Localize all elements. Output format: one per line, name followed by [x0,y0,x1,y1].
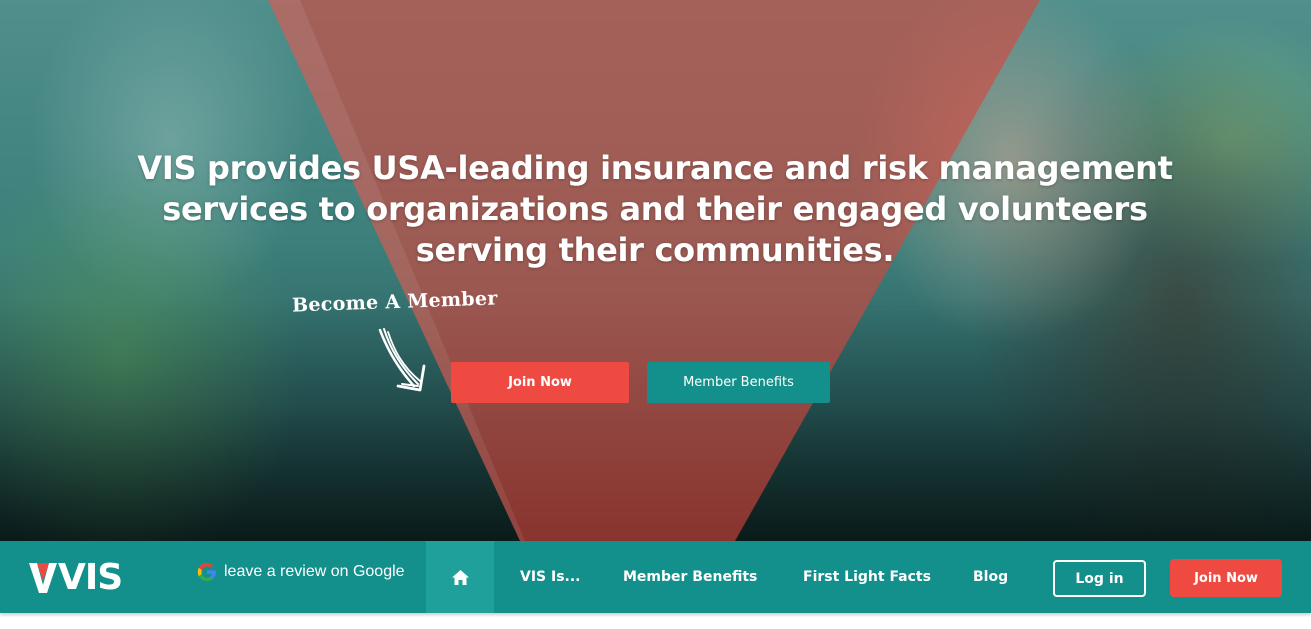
nav-join-now-button[interactable]: Join Now [1170,559,1282,597]
hand-drawn-arrow-icon [378,328,426,392]
nav-home-button[interactable] [426,541,494,613]
nav-item-blog[interactable]: Blog [973,541,1008,613]
login-button[interactable]: Log in [1053,560,1146,597]
google-review-label: leave a review on Google [224,563,405,580]
hero-section: VIS provides USA-leading insurance and r… [0,0,1311,541]
nav-item-vis-is[interactable]: VIS Is... [520,541,581,613]
logo-text: VIS [58,557,123,598]
nav-item-first-light-facts[interactable]: First Light Facts [803,541,931,613]
nav-item-member-benefits[interactable]: Member Benefits [623,541,757,613]
vis-logo[interactable]: VIS [28,557,123,598]
google-g-icon [197,562,216,582]
main-navbar: VIS leave a review on Google VIS Is... M… [0,541,1311,613]
hero-join-now-button[interactable]: Join Now [451,362,629,403]
hero-member-benefits-button[interactable]: Member Benefits [647,362,830,403]
hero-headline: VIS provides USA-leading insurance and r… [137,149,1173,269]
google-review-link[interactable]: leave a review on Google [196,561,405,583]
home-icon [451,569,469,585]
